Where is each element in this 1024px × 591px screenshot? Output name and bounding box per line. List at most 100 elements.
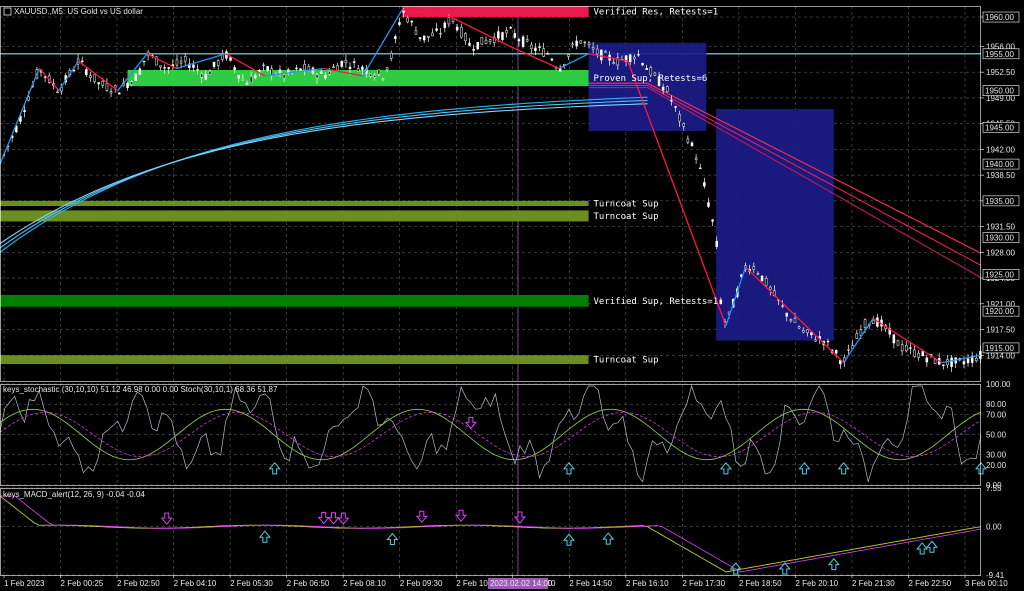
candle-body — [212, 61, 216, 67]
candle-body — [525, 39, 529, 42]
candle-body — [93, 74, 96, 82]
stoch-label: 20.00 — [986, 461, 1007, 470]
range-box — [588, 42, 707, 131]
candle-body — [583, 41, 587, 44]
sr-zone — [0, 355, 589, 365]
candle-body — [797, 326, 801, 329]
candle-body — [513, 33, 517, 38]
candle-body — [806, 329, 809, 334]
candle-body — [126, 83, 129, 89]
price-level-label: 1915.00 — [985, 344, 1014, 353]
candle-body — [892, 334, 896, 344]
candle-body — [204, 73, 208, 80]
candle-body — [530, 44, 533, 49]
time-label: 2 Feb 14:50 — [569, 579, 612, 588]
price-level-label: 1935.00 — [985, 197, 1014, 206]
stoch-label: 80.00 — [986, 400, 1007, 409]
trading-chart[interactable]: 1 Feb 2023 2 Feb 00:25 2 Feb 02:50 2 Feb 04… — [0, 0, 1024, 591]
price-level-label: 1925.00 — [985, 270, 1014, 279]
candle-body — [484, 39, 488, 44]
price-level-label: 1930.00 — [985, 234, 1014, 243]
candle-body — [324, 74, 327, 79]
time-label: 2 Feb 05:30 — [230, 579, 273, 588]
candle-body — [904, 345, 908, 352]
candle-body — [752, 266, 756, 270]
candle-body — [389, 52, 393, 59]
candle-body — [682, 123, 686, 127]
candle-body — [278, 69, 282, 74]
candle-body — [175, 59, 179, 66]
candle-body — [538, 46, 541, 48]
candle-body — [546, 53, 550, 55]
candle-body — [678, 114, 681, 122]
candle-body — [480, 36, 484, 45]
candle-body — [571, 43, 574, 46]
candle-body — [237, 74, 241, 79]
time-label: 1 Feb 2023 — [4, 579, 45, 588]
candle-body — [179, 60, 183, 64]
stoch-label: 30.00 — [986, 451, 1007, 460]
candle-body — [266, 66, 269, 71]
sr-zone — [0, 200, 589, 206]
candle-body — [262, 64, 265, 66]
price-level-label: 1940.00 — [985, 160, 1014, 169]
candle-body — [579, 40, 583, 44]
candle-body — [505, 30, 508, 34]
zone-label: Turncoat Sup — [594, 212, 659, 222]
macd-label: 0.00 — [986, 523, 1002, 532]
candle-body — [550, 58, 554, 61]
candle-body — [105, 83, 109, 91]
candle-body — [567, 54, 570, 57]
candle-body — [410, 20, 414, 23]
candle-body — [336, 65, 339, 71]
time-label: 2 Feb 02:50 — [117, 579, 160, 588]
candle-body — [373, 75, 376, 78]
candle-body — [686, 138, 690, 143]
candle-body — [801, 330, 805, 333]
candle-body — [348, 66, 352, 70]
candle-body — [872, 320, 875, 324]
candle-body — [97, 82, 100, 85]
stochastic-title: keys_stochastic (30,10,10) 51.12 46.98 0… — [3, 385, 278, 394]
candle-body — [834, 350, 838, 354]
cursor-time-label: 2023.02.02 14:00 — [490, 579, 553, 588]
candle-body — [694, 157, 698, 160]
candle-body — [711, 219, 714, 222]
candle-body — [464, 33, 467, 42]
candle-body — [488, 39, 492, 43]
candle-body — [385, 67, 389, 70]
candle-body — [163, 67, 166, 69]
candle-body — [398, 22, 401, 25]
time-label: 2 Feb 04:10 — [174, 579, 217, 588]
time-label: 2 Feb 21:30 — [852, 579, 895, 588]
candle-body — [295, 67, 298, 70]
price-label: 1942.00 — [986, 145, 1015, 154]
candle-body — [760, 275, 764, 281]
price-label: 1931.50 — [986, 223, 1015, 232]
candle-body — [595, 48, 599, 55]
zone-label: Verified Res, Retests=1 — [594, 8, 719, 18]
candle-body — [427, 35, 430, 38]
candle-body — [431, 32, 434, 37]
candle-body — [406, 17, 409, 23]
candle-body — [785, 312, 789, 317]
sr-zone — [0, 294, 589, 307]
candle-body — [381, 78, 385, 80]
time-label: 2 Feb 20:10 — [795, 579, 838, 588]
candle-body — [357, 68, 360, 72]
macd-title: keys_MACD_alert(12, 26, 9) -0.04 -0.04 — [3, 490, 145, 499]
candle-body — [340, 60, 344, 67]
candle-body — [859, 329, 863, 336]
time-label: 2 Feb 16:10 — [626, 579, 669, 588]
stoch-label: 100.00 — [986, 380, 1011, 389]
candle-body — [921, 351, 924, 357]
candle-body — [715, 240, 718, 247]
candle-body — [517, 39, 521, 42]
candle-body — [332, 66, 335, 68]
candle-body — [241, 78, 245, 81]
candle-body — [501, 32, 504, 40]
candle-body — [925, 357, 929, 363]
candle-body — [789, 319, 793, 322]
candle-body — [933, 358, 937, 364]
candle-body — [587, 42, 591, 45]
